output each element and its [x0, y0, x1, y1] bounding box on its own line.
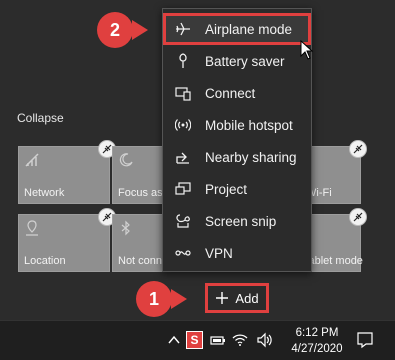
- menu-item-label: Screen snip: [205, 213, 277, 229]
- tile-label: Tablet mode: [303, 255, 363, 267]
- airplane-icon: [176, 22, 190, 36]
- wifi-icon[interactable]: [232, 332, 248, 348]
- menu-item-label: Airplane mode: [205, 21, 293, 37]
- bluetooth-icon: [121, 220, 130, 236]
- clock-date: 4/27/2020: [291, 343, 343, 355]
- menu-item-mobile-hotspot[interactable]: Mobile hotspot: [163, 109, 311, 141]
- menu-item-battery-saver[interactable]: Battery saver: [163, 45, 311, 77]
- step-2-arrow: [132, 20, 148, 40]
- menu-item-label: Project: [205, 181, 248, 197]
- location-icon: [26, 220, 38, 236]
- menu-item-vpn[interactable]: VPN: [163, 237, 311, 269]
- tile-label: Network: [24, 187, 65, 199]
- menu-item-label: Battery saver: [205, 53, 285, 69]
- menu-item-connect[interactable]: Connect: [163, 77, 311, 109]
- menu-item-label: VPN: [205, 245, 233, 261]
- battery-icon[interactable]: [210, 332, 226, 348]
- taskbar-clock[interactable]: 6:12 PM 4/27/2020: [287, 325, 347, 357]
- menu-item-label: Nearby sharing: [205, 149, 297, 165]
- network-icon: [25, 153, 39, 167]
- vpn-icon: [175, 250, 191, 256]
- collapse-link[interactable]: Collapse: [17, 111, 64, 125]
- tile-label: Wi-Fi: [306, 187, 332, 199]
- tile-location[interactable]: Location: [18, 208, 116, 272]
- tile-network[interactable]: Network: [18, 140, 116, 204]
- project-icon: [175, 182, 191, 195]
- hotspot-icon: [175, 119, 191, 131]
- add-button[interactable]: Add: [205, 283, 269, 313]
- menu-item-airplane-mode[interactable]: Airplane mode: [163, 13, 311, 45]
- step-2-badge: 2: [97, 12, 133, 48]
- menu-item-nearby-sharing[interactable]: Nearby sharing: [163, 141, 311, 173]
- add-quick-action-menu: Airplane mode Battery saver Connect Mobi…: [162, 8, 312, 272]
- moon-icon: [119, 153, 133, 167]
- connect-icon: [175, 87, 191, 101]
- chevron-up-icon[interactable]: [166, 332, 182, 348]
- battery-saver-icon: [179, 53, 187, 68]
- share-icon: [176, 152, 189, 164]
- mouse-cursor-icon: [300, 40, 314, 60]
- notifications-icon[interactable]: [356, 331, 374, 349]
- menu-item-screen-snip[interactable]: Screen snip: [163, 205, 311, 237]
- menu-item-label: Connect: [205, 85, 256, 101]
- unpin-icon[interactable]: [349, 140, 367, 158]
- unpin-icon[interactable]: [349, 208, 367, 226]
- step-1-badge: 1: [136, 281, 172, 317]
- taskbar: S 6:12 PM 4/27/2020: [0, 320, 395, 360]
- plus-icon: [216, 292, 229, 304]
- snip-icon: [176, 214, 190, 228]
- volume-icon[interactable]: [256, 332, 272, 348]
- step-1-arrow: [171, 289, 187, 309]
- add-button-label: Add: [235, 290, 259, 306]
- snagit-tray-icon[interactable]: S: [186, 331, 203, 349]
- tile-label: Location: [24, 255, 66, 267]
- menu-item-label: Mobile hotspot: [205, 117, 293, 133]
- menu-item-project[interactable]: Project: [163, 173, 311, 205]
- clock-time: 6:12 PM: [295, 327, 339, 339]
